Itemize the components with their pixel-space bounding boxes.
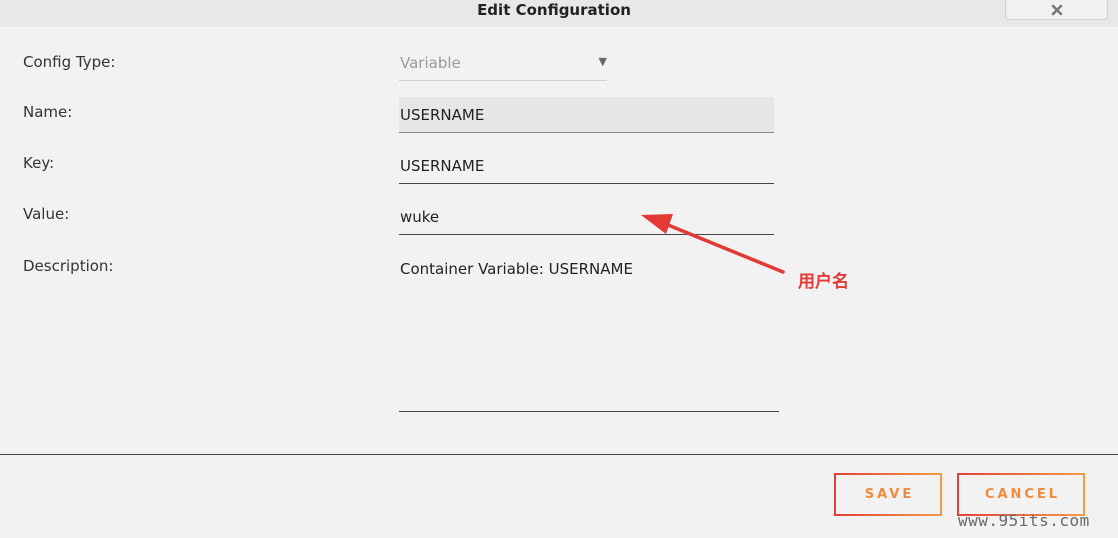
watermark: www.95its.com — [958, 511, 1090, 530]
annotation-arrow-icon — [641, 214, 785, 274]
annotation-label: 用户名 — [798, 272, 849, 292]
